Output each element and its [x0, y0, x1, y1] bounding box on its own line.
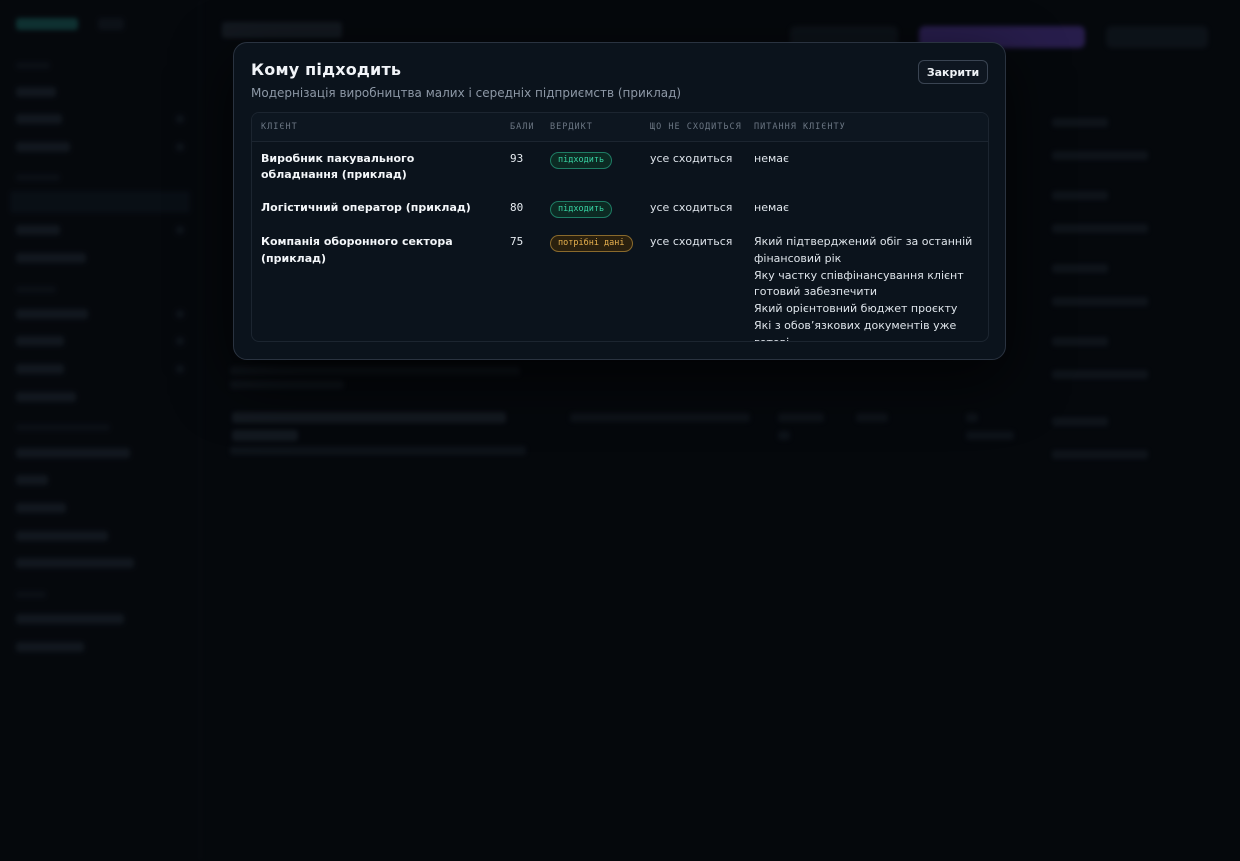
verdict-cell: підходить: [541, 141, 641, 191]
column-header-client: КЛІЄНТ: [252, 113, 501, 142]
client-name: Виробник пакувального обладнання (прикла…: [261, 151, 415, 182]
verdict-badge: підходить: [550, 151, 613, 169]
client-score: 93: [510, 151, 524, 165]
questions-cell: немає: [745, 191, 988, 225]
mismatch-cell: усе сходиться: [650, 235, 733, 248]
table-header-row: КЛІЄНТ БАЛИ ВЕРДИКТ ЩО НЕ СХОДИТЬСЯ ПИТА…: [252, 113, 988, 142]
client-name: Компанія оборонного сектора (приклад): [261, 235, 453, 265]
client-question: Який підтверджений обіг за останній фіна…: [754, 235, 973, 265]
table-row: Виробник пакувального обладнання (прикла…: [252, 141, 988, 191]
verdict-cell: підходить: [541, 191, 641, 225]
dialog-title: Кому підходить: [251, 60, 402, 79]
client-question: Які з обов’язкових документів уже готові: [754, 319, 957, 342]
verdict-cell: потрібні дані: [541, 225, 641, 341]
table-row: Компанія оборонного сектора (приклад) 75…: [252, 225, 988, 342]
client-question: Яку частку співфінансування клієнт готов…: [754, 268, 964, 299]
dialog-subtitle: Модернізація виробництва малих і середні…: [251, 86, 682, 100]
questions-cell: Який підтверджений обіг за останній фіна…: [745, 225, 988, 342]
fit-table: КЛІЄНТ БАЛИ ВЕРДИКТ ЩО НЕ СХОДИТЬСЯ ПИТА…: [251, 112, 989, 342]
verdict-badge: підходить: [550, 201, 613, 218]
column-header-questions: ПИТАННЯ КЛІЄНТУ: [745, 113, 988, 142]
verdict-badge: потрібні дані: [550, 235, 633, 252]
client-question: немає: [754, 201, 790, 214]
app-window: Кому підходить Модернізація виробництва …: [0, 0, 1240, 861]
mismatch-cell: усе сходиться: [650, 201, 733, 214]
fit-dialog: Кому підходить Модернізація виробництва …: [233, 42, 1006, 360]
client-question: Який орієнтовний бюджет проєкту: [754, 302, 958, 315]
client-question: немає: [754, 151, 790, 165]
mismatch-cell: усе сходиться: [650, 151, 733, 165]
column-header-mismatch: ЩО НЕ СХОДИТЬСЯ: [641, 113, 745, 142]
column-header-verdict: ВЕРДИКТ: [541, 113, 641, 142]
table-row: Логістичний оператор (приклад) 80 підход…: [252, 191, 988, 225]
questions-cell: немає: [745, 141, 988, 191]
client-score: 80: [510, 201, 524, 214]
client-score: 75: [510, 235, 524, 248]
client-name: Логістичний оператор (приклад): [261, 201, 471, 214]
close-button[interactable]: Закрити: [918, 60, 988, 84]
column-header-score: БАЛИ: [501, 113, 541, 142]
